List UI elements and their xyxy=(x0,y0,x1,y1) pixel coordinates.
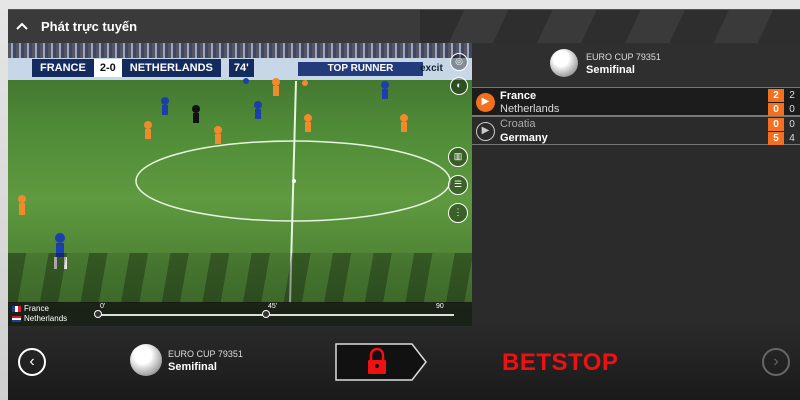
lock-icon xyxy=(335,343,427,381)
timeline-teams: France Netherlands xyxy=(12,304,67,324)
stats-controls: ▥ ☰ ⋮ xyxy=(448,147,468,223)
home-team: Croatia xyxy=(500,118,536,130)
away-score: 0 xyxy=(768,103,784,116)
match-list-panel: EURO CUP 79351 Semifinal ▶ France Nether… xyxy=(472,43,800,326)
competition-header: EURO CUP 79351 Semifinal xyxy=(472,43,800,87)
sound-icon[interactable]: ◐ xyxy=(450,77,468,95)
home-score: 0 xyxy=(768,118,784,131)
timeline-tick-end: 90 xyxy=(436,303,444,310)
netherlands-flag-icon xyxy=(12,315,21,322)
away-score-secondary: 4 xyxy=(789,133,795,144)
france-flag-icon xyxy=(12,305,21,312)
chevron-left-icon[interactable]: ‹ xyxy=(18,348,46,376)
timeline-icon[interactable]: ⋮ xyxy=(448,203,468,223)
score-bug: FRANCE 2-0 NETHERLANDS 74' xyxy=(32,59,254,77)
betstop-status: BETSTOP xyxy=(502,349,619,376)
chevron-right-icon[interactable]: › xyxy=(762,348,790,376)
bet-bar: ‹ EURO CUP 79351 Semifinal BETSTOP › xyxy=(8,326,800,400)
home-score-secondary: 2 xyxy=(789,90,795,101)
top-side-controls: ◎ ◐ xyxy=(450,53,468,95)
bar-chart-icon[interactable]: ▥ xyxy=(448,147,468,167)
play-icon[interactable]: ▶ xyxy=(476,93,495,112)
away-team: Germany xyxy=(500,132,548,144)
stream-header[interactable]: Phát trực tuyến xyxy=(8,9,800,44)
scorebug-away: NETHERLANDS xyxy=(121,59,221,77)
competition-name: EURO CUP 79351 xyxy=(586,52,661,62)
timeline-event-dot[interactable] xyxy=(262,310,270,318)
list-icon[interactable]: ☰ xyxy=(448,175,468,195)
play-icon[interactable]: ▶ xyxy=(476,122,495,141)
away-score-secondary: 0 xyxy=(789,104,795,115)
timeline-tick-start: 0' xyxy=(100,303,106,310)
app-frame: Phát trực tuyến TOP RUNNER excit FRANCE … xyxy=(0,0,800,400)
soccer-player-icon xyxy=(130,344,162,376)
scorebug-score: 2-0 xyxy=(93,59,122,77)
timeline-away: Netherlands xyxy=(24,314,68,323)
home-team: France xyxy=(500,90,537,102)
bottom-competition-round: Semifinal xyxy=(168,361,217,373)
scorebug-home: FRANCE xyxy=(32,59,94,77)
away-team: Netherlands xyxy=(500,103,560,115)
competition-round: Semifinal xyxy=(586,64,635,76)
pitch-shadow xyxy=(8,253,472,303)
bottom-competition-name: EURO CUP 79351 xyxy=(168,349,243,359)
header-decoration xyxy=(420,10,800,44)
match-timeline[interactable]: France Netherlands 0' 45' 90 xyxy=(8,302,472,326)
home-score-secondary: 0 xyxy=(789,119,795,130)
stream-title: Phát trực tuyến xyxy=(41,19,138,34)
timeline-event-dot[interactable] xyxy=(94,310,102,318)
soccer-player-icon xyxy=(550,49,578,77)
scorebug-time: 74' xyxy=(228,59,254,77)
live-video-player[interactable]: TOP RUNNER excit FRANCE 2-0 NETHERLANDS … xyxy=(8,43,472,326)
timeline-home: France xyxy=(24,304,49,313)
home-score: 2 xyxy=(768,89,784,102)
timeline-tick-half: 45' xyxy=(268,303,278,310)
timeline-track[interactable] xyxy=(98,314,454,316)
chevron-up-icon[interactable] xyxy=(16,18,28,34)
away-score: 5 xyxy=(768,132,784,145)
match-row[interactable]: ▶ France Netherlands 2 0 2 0 xyxy=(472,87,800,116)
match-row[interactable]: ▶ Croatia Germany 0 5 0 4 xyxy=(472,116,800,145)
target-icon[interactable]: ◎ xyxy=(450,53,468,71)
